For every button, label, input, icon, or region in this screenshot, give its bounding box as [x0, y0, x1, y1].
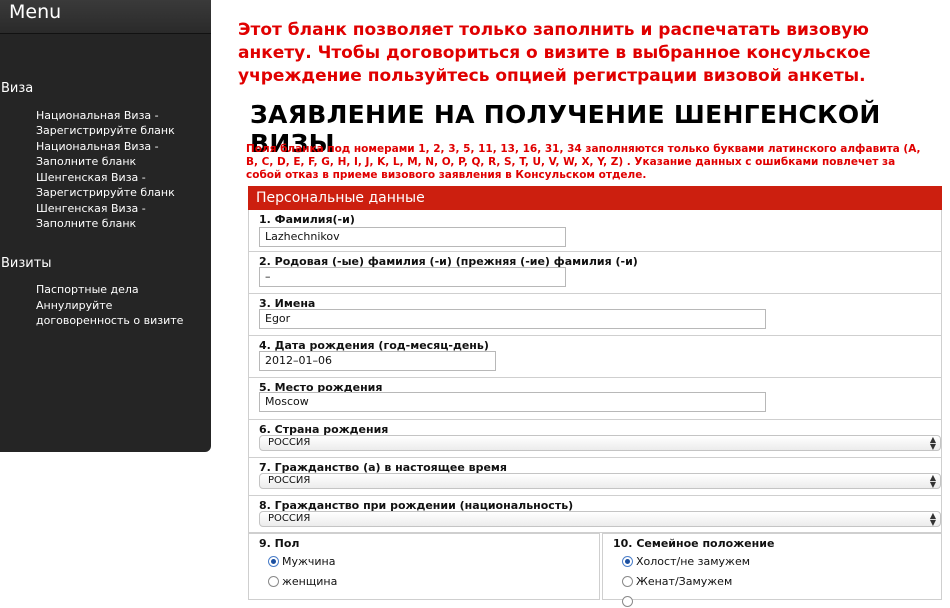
nav-link-schengen-fill[interactable]: Шенгенская Виза - Заполните бланк — [36, 201, 206, 231]
radio-label: Холост/не замужем — [636, 555, 751, 568]
nav-link-line: Национальная Виза - — [36, 109, 159, 122]
select-arrows-icon: ▲ ▼ — [929, 473, 936, 489]
nav-section-visa: Виза — [1, 81, 34, 96]
nav-link-line: Национальная Виза - — [36, 140, 159, 153]
field-citizenship: 7. Гражданство (а) в настоящее время РОС… — [248, 458, 942, 496]
nav-section-visits: Визиты — [1, 256, 52, 271]
nav-link-national-register[interactable]: Национальная Виза - Зарегистрируйте блан… — [36, 108, 206, 138]
notice-text: Этот бланк позволяет только заполнить и … — [238, 20, 871, 86]
sidebar-header: Menu — [0, 0, 211, 34]
radio-checked-icon[interactable] — [268, 556, 279, 567]
nav-link-line: Заполните бланк — [36, 217, 137, 230]
field-label: 1. Фамилия(-и) — [259, 213, 355, 226]
radio-option-married[interactable]: Женат/Замужем — [622, 575, 732, 588]
nav-link-line: Шенгенская Виза - — [36, 171, 146, 184]
field-label: 9. Пол — [259, 537, 300, 550]
field-surname: 1. Фамилия(-и) Lazhechnikov — [248, 210, 942, 252]
nav-link-passport[interactable]: Паспортные дела — [36, 282, 206, 297]
nav-link-line: Зарегистрируйте бланк — [36, 124, 175, 137]
nav-link-cancel-visit[interactable]: Аннулируйте договоренность о визите — [36, 298, 206, 328]
birth-surname-input[interactable]: – — [259, 267, 566, 287]
birth-date-input[interactable]: 2012–01–06 — [259, 351, 496, 371]
latin-rule-text: Поля бланка под номерами 1, 2, 3, 5, 11,… — [246, 143, 921, 181]
field-sex: 9. Пол Мужчина женщина — [248, 533, 600, 600]
citizenship-select[interactable]: РОССИЯ ▲ ▼ — [259, 473, 941, 489]
birth-place-input[interactable]: Moscow — [259, 392, 766, 412]
surname-input[interactable]: Lazhechnikov — [259, 227, 566, 247]
radio-label: Мужчина — [282, 555, 336, 568]
nav-link-line: договоренность о визите — [36, 314, 184, 327]
section-header-personal: Персональные данные — [248, 186, 942, 210]
menu-title[interactable]: Menu — [9, 1, 61, 23]
nav-link-line: Шенгенская Виза - — [36, 202, 146, 215]
field-citizenship-birth: 8. Гражданство при рождении (национально… — [248, 496, 942, 533]
radio-unchecked-icon[interactable] — [622, 596, 633, 607]
field-birth-date: 4. Дата рождения (год-месяц-день) 2012–0… — [248, 336, 942, 378]
nav-link-schengen-register[interactable]: Шенгенская Виза - Зарегистрируйте бланк — [36, 170, 206, 200]
field-first-names: 3. Имена Egor — [248, 294, 942, 336]
select-value: РОССИЯ — [268, 513, 311, 524]
select-value: РОССИЯ — [268, 437, 311, 448]
field-birth-place: 5. Место рождения Moscow — [248, 378, 942, 420]
radio-unchecked-icon[interactable] — [622, 576, 633, 587]
field-label: 10. Семейное положение — [613, 537, 775, 550]
radio-label: Женат/Замужем — [636, 575, 733, 588]
radio-label: женщина — [282, 575, 338, 588]
select-arrows-icon: ▲ ▼ — [929, 511, 936, 527]
radio-option-more[interactable] — [622, 595, 636, 608]
citizenship-birth-select[interactable]: РОССИЯ ▲ ▼ — [259, 511, 941, 527]
field-birth-country: 6. Страна рождения РОССИЯ ▲ ▼ — [248, 420, 942, 458]
select-value: РОССИЯ — [268, 475, 311, 486]
radio-option-female[interactable]: женщина — [268, 575, 337, 588]
nav-link-line: Аннулируйте — [36, 299, 113, 312]
nav-link-line: Зарегистрируйте бланк — [36, 186, 175, 199]
nav-link-line: Заполните бланк — [36, 155, 137, 168]
birth-country-select[interactable]: РОССИЯ ▲ ▼ — [259, 435, 941, 451]
radio-option-single[interactable]: Холост/не замужем — [622, 555, 750, 568]
select-arrows-icon: ▲ ▼ — [929, 435, 936, 451]
radio-unchecked-icon[interactable] — [268, 576, 279, 587]
radio-checked-icon[interactable] — [622, 556, 633, 567]
field-birth-surname: 2. Родовая (-ые) фамилия (-и) (прежняя (… — [248, 252, 942, 294]
first-names-input[interactable]: Egor — [259, 309, 766, 329]
nav-link-national-fill[interactable]: Национальная Виза - Заполните бланк — [36, 139, 206, 169]
field-marital-status: 10. Семейное положение Холост/не замужем… — [602, 533, 942, 607]
radio-option-male[interactable]: Мужчина — [268, 555, 336, 568]
nav-link-line: Паспортные дела — [36, 283, 139, 296]
sidebar: Menu Виза Национальная Виза - Зарегистри… — [0, 0, 211, 452]
